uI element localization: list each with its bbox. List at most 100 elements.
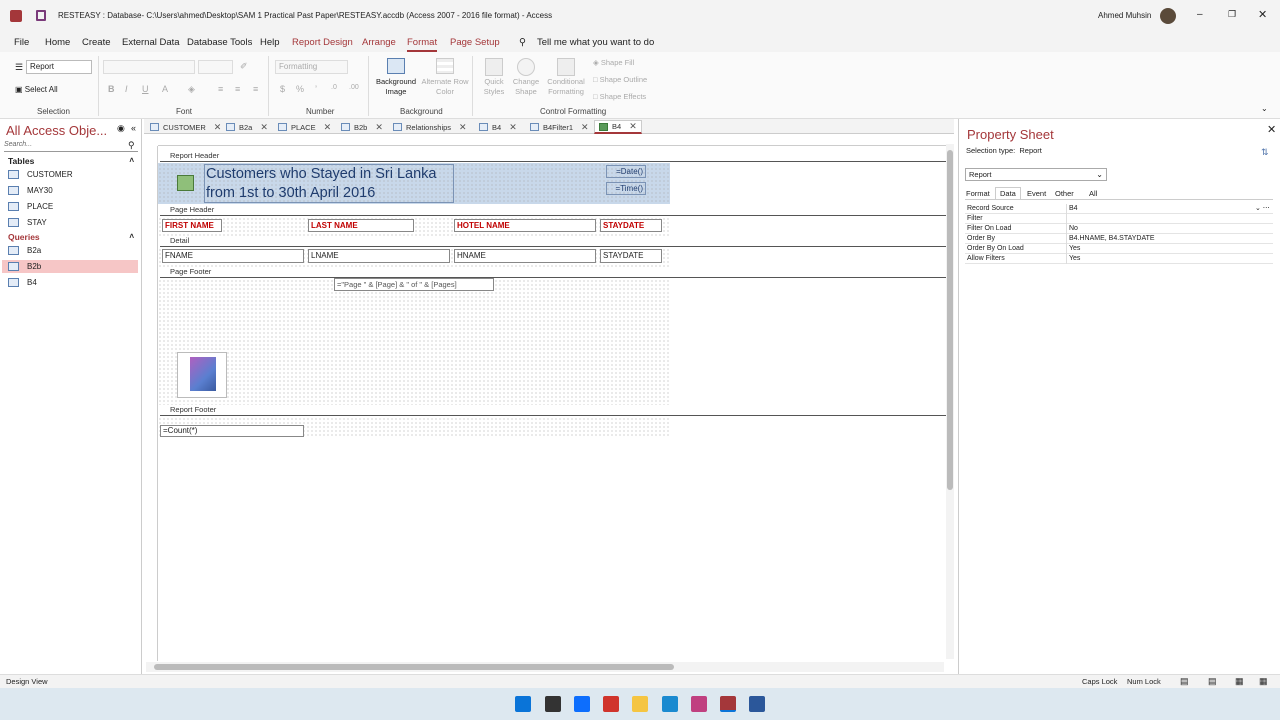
- menu-external-data[interactable]: External Data: [122, 37, 180, 48]
- nav-collapse-icon[interactable]: «: [131, 123, 136, 133]
- staydate-label[interactable]: STAYDATE: [600, 219, 662, 232]
- close-icon[interactable]: ✕: [1258, 8, 1267, 21]
- word-taskbar-icon[interactable]: [749, 696, 765, 712]
- bold-icon[interactable]: B: [108, 84, 115, 94]
- properties-icon[interactable]: ☰: [15, 62, 23, 73]
- nav-title[interactable]: All Access Obje...: [6, 123, 107, 138]
- tab-b4filter1[interactable]: B4Filter1 ✕: [530, 121, 589, 133]
- save-icon[interactable]: [36, 10, 46, 21]
- menu-database-tools[interactable]: Database Tools: [187, 37, 252, 48]
- italic-icon[interactable]: I: [125, 84, 128, 94]
- access-app-icon[interactable]: [10, 10, 22, 22]
- collapse-ribbon-icon[interactable]: ⌄: [1261, 104, 1268, 113]
- tab-b2b[interactable]: B2b ✕: [341, 121, 383, 133]
- pdf-reader-icon[interactable]: [603, 696, 619, 712]
- design-view-icon[interactable]: ▦: [1259, 676, 1268, 687]
- decrease-decimal-icon[interactable]: .00: [349, 84, 359, 91]
- chevron-down-icon[interactable]: ⌄ ⋯: [1255, 204, 1270, 212]
- menu-home[interactable]: Home: [45, 37, 70, 48]
- menu-page-setup[interactable]: Page Setup: [450, 37, 500, 48]
- font-color-icon[interactable]: A: [162, 84, 168, 94]
- conditional-formatting-button[interactable]: Conditional Formatting: [544, 58, 588, 97]
- report-title[interactable]: Customers who Stayed in Sri Lanka from 1…: [204, 164, 454, 203]
- avatar[interactable]: [1160, 8, 1176, 24]
- close-icon[interactable]: ✕: [629, 121, 637, 132]
- tell-me-search[interactable]: Tell me what you want to do: [537, 37, 654, 48]
- hotel-name-label[interactable]: HOTEL NAME: [454, 219, 596, 232]
- shape-effects-button[interactable]: □ Shape Effects: [593, 92, 646, 101]
- close-icon[interactable]: ✕: [214, 122, 222, 133]
- align-left-icon[interactable]: ≡: [218, 84, 223, 94]
- comma-icon[interactable]: ’: [315, 84, 317, 94]
- prop-tab-event[interactable]: Event: [1027, 189, 1046, 198]
- report-logo-icon[interactable]: [177, 175, 194, 191]
- tab-b4-query[interactable]: B4 ✕: [479, 121, 517, 133]
- nav-table-place[interactable]: PLACE: [8, 200, 138, 213]
- snipping-tool-icon[interactable]: [691, 696, 707, 712]
- quick-styles-button[interactable]: Quick Styles: [478, 58, 510, 97]
- horizontal-scrollbar[interactable]: [146, 662, 944, 672]
- prop-row-record-source[interactable]: Record Source B4 ⌄ ⋯: [965, 204, 1273, 214]
- time-control[interactable]: =Time(): [606, 182, 646, 195]
- hname-field[interactable]: HNAME: [454, 249, 596, 263]
- menu-help[interactable]: Help: [260, 37, 280, 48]
- prop-row-allow-filters[interactable]: Allow Filters Yes: [965, 254, 1273, 264]
- close-icon[interactable]: ✕: [324, 122, 332, 133]
- layout-view-icon[interactable]: ▦: [1235, 676, 1244, 687]
- fname-field[interactable]: FNAME: [162, 249, 304, 263]
- prop-row-filter[interactable]: Filter: [965, 214, 1273, 224]
- tab-place[interactable]: PLACE ✕: [278, 121, 331, 133]
- background-image-button[interactable]: Background Image: [372, 58, 420, 97]
- scrollbar-thumb[interactable]: [947, 150, 953, 490]
- tab-relationships[interactable]: Relationships ✕: [393, 121, 467, 133]
- percent-icon[interactable]: %: [296, 84, 304, 94]
- restore-icon[interactable]: ❐: [1228, 9, 1236, 20]
- prop-value[interactable]: Yes: [1069, 255, 1080, 262]
- tables-header[interactable]: Tables ˄: [8, 156, 134, 166]
- prop-row-filter-on-load[interactable]: Filter On Load No: [965, 224, 1273, 234]
- queries-header[interactable]: Queries ˄: [8, 232, 134, 242]
- nav-table-stay[interactable]: STAY: [8, 216, 138, 229]
- close-icon[interactable]: ✕: [260, 122, 268, 133]
- alternate-row-color-button[interactable]: Alternate Row Color: [421, 58, 469, 97]
- prop-row-order-by[interactable]: Order By B4.HNAME, B4.STAYDATE: [965, 234, 1273, 244]
- font-name-combo[interactable]: [103, 60, 195, 74]
- folder-icon[interactable]: [632, 696, 648, 712]
- print-preview-icon[interactable]: ▤: [1208, 676, 1217, 687]
- close-icon[interactable]: ✕: [1267, 123, 1276, 136]
- first-name-label[interactable]: FIRST NAME: [162, 219, 222, 232]
- select-all-button[interactable]: ▣ Select All: [15, 85, 58, 94]
- tab-b2a[interactable]: B2a ✕: [226, 121, 268, 133]
- close-icon[interactable]: ✕: [375, 122, 383, 133]
- shape-outline-button[interactable]: □ Shape Outline: [593, 75, 647, 84]
- page-footer-bar[interactable]: Page Footer: [160, 267, 950, 278]
- search-icon[interactable]: ⚲: [128, 140, 135, 151]
- fill-color-icon[interactable]: ◈: [188, 84, 195, 95]
- underline-icon[interactable]: U: [142, 84, 149, 94]
- prop-tab-format[interactable]: Format: [966, 189, 990, 198]
- format-painter-icon[interactable]: ✐: [240, 61, 248, 72]
- font-size-combo[interactable]: [198, 60, 233, 74]
- menu-create[interactable]: Create: [82, 37, 111, 48]
- nav-menu-icon[interactable]: ◉: [117, 123, 125, 134]
- prop-value[interactable]: Yes: [1069, 245, 1080, 252]
- tab-customer[interactable]: CUSTOMER ✕: [150, 121, 221, 133]
- align-right-icon[interactable]: ≡: [253, 84, 258, 94]
- tab-b4-report[interactable]: B4 ✕: [594, 120, 642, 134]
- collapse-icon[interactable]: ˄: [129, 156, 134, 165]
- shape-fill-button[interactable]: ◈ Shape Fill: [593, 58, 634, 67]
- nav-table-may30[interactable]: MAY30: [8, 184, 138, 197]
- nav-query-b2a[interactable]: B2a: [8, 244, 138, 257]
- scrollbar-thumb[interactable]: [154, 664, 674, 670]
- hotel-building-image[interactable]: [177, 352, 227, 398]
- align-center-icon[interactable]: ≡: [235, 84, 240, 94]
- vertical-scrollbar[interactable]: [946, 144, 954, 659]
- page-number-control[interactable]: ="Page " & [Page] & " of " & [Pages]: [334, 278, 494, 291]
- report-footer-bar[interactable]: Report Footer: [160, 405, 950, 416]
- task-view-icon[interactable]: [545, 696, 561, 712]
- notepad-icon[interactable]: [662, 696, 678, 712]
- prop-value[interactable]: B4.HNAME, B4.STAYDATE: [1069, 235, 1155, 242]
- date-control[interactable]: =Date(): [606, 165, 646, 178]
- currency-icon[interactable]: $: [280, 84, 285, 94]
- menu-format[interactable]: Format: [407, 37, 438, 52]
